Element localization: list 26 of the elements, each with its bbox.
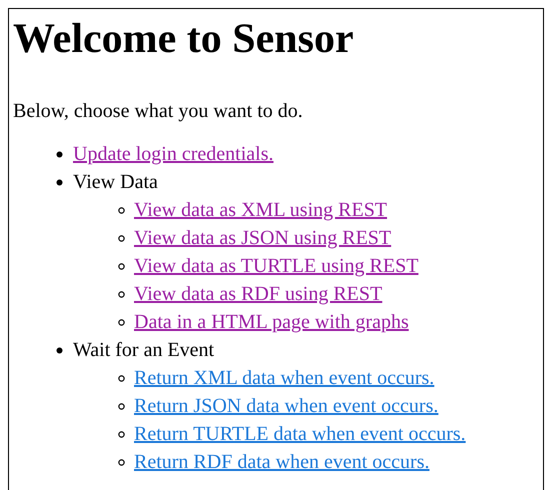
intro-text: Below, choose what you want to do. (13, 99, 304, 123)
bullet-icon (118, 374, 125, 382)
menu-link[interactable]: Return JSON data when event occurs. (134, 394, 438, 418)
bullet-icon (118, 402, 125, 410)
bullet-icon (56, 178, 63, 186)
section-label: Wait for an Event (73, 338, 214, 362)
bullet-icon (118, 262, 125, 270)
bullet-icon (118, 458, 125, 466)
menu-link[interactable]: Return RDF data when event occurs. (134, 450, 430, 474)
bullet-icon (118, 318, 125, 326)
menu-link[interactable]: View data as XML using REST (134, 198, 388, 222)
menu-link[interactable]: Return TURTLE data when event occurs. (134, 422, 466, 446)
bullet-icon (56, 346, 63, 354)
menu-link[interactable]: Return XML data when event occurs. (134, 366, 434, 390)
page-heading: Welcome to Sensor (13, 15, 355, 64)
menu-link[interactable]: View data as RDF using REST (134, 282, 382, 306)
bullet-icon (118, 290, 125, 298)
menu-link[interactable]: Update login credentials. (73, 142, 274, 166)
menu-link[interactable]: View data as TURTLE using REST (134, 254, 418, 278)
bullet-icon (118, 430, 125, 438)
bullet-icon (118, 234, 125, 242)
menu-link[interactable]: Data in a HTML page with graphs (134, 310, 409, 334)
menu-link[interactable]: View data as JSON using REST (134, 226, 392, 250)
section-label: View Data (73, 170, 158, 194)
bullet-icon (56, 150, 63, 158)
bullet-icon (118, 206, 125, 214)
